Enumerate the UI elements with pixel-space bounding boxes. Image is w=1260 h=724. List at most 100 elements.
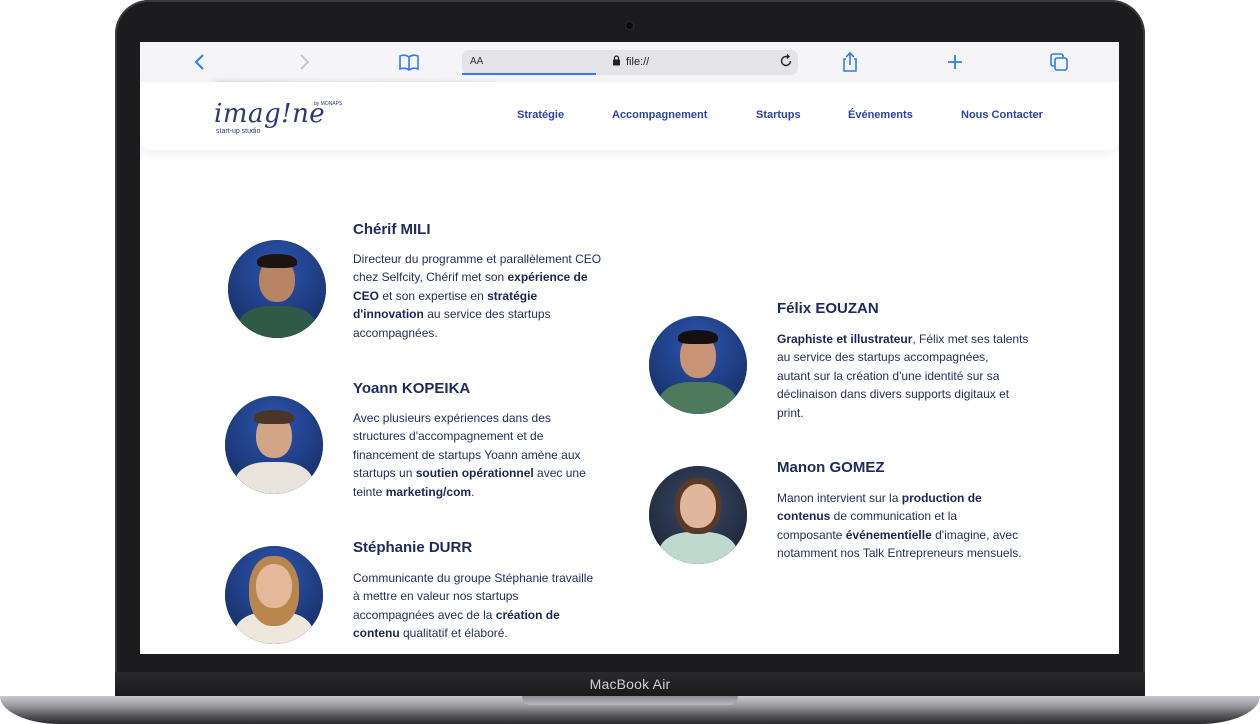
book-icon	[399, 54, 419, 71]
bio-line: Graphiste et illustrateur, Félix met ses…	[777, 330, 1067, 348]
bio-line: Communicante du groupe Stéphanie travail…	[353, 569, 643, 587]
bio-highlight: production de	[901, 491, 982, 505]
member-bio: Communicante du groupe Stéphanie travail…	[353, 569, 643, 643]
avatar-felix	[649, 316, 747, 414]
bio-text: à mettre en valeur nos startups	[353, 589, 519, 604]
chevron-left-icon	[194, 54, 204, 70]
bio-text: composante	[777, 527, 846, 542]
avatar-manon	[649, 466, 747, 564]
member-bio: Manon intervient sur la production de con…	[777, 489, 1067, 563]
bio-text: qualitatif et élaboré.	[399, 626, 508, 641]
new-tab-button[interactable]	[943, 50, 967, 74]
member-bio: Avec plusieurs expériences dans des struc…	[353, 409, 643, 501]
bio-line: au service des startups accompagnées,	[777, 348, 1067, 366]
bio-line: notamment nos Talk Entrepreneurs mensuel…	[777, 544, 1067, 562]
bio-text: chez Selfcity, Chérif met son	[353, 270, 508, 285]
nav-strategie[interactable]: Stratégie	[517, 109, 564, 121]
url-text: file://	[626, 56, 650, 68]
nav-evenements[interactable]: Événements	[848, 109, 913, 121]
bio-line: Directeur du programme et parallèlement …	[353, 250, 643, 268]
logo-wordmark: imag!ne	[214, 99, 326, 129]
bio-line: composante événementielle d'imagine, ave…	[777, 526, 1067, 544]
nav-accompagnement[interactable]: Accompagnement	[612, 109, 707, 121]
tabs-button[interactable]	[1047, 50, 1071, 74]
bio-highlight: CEO	[353, 288, 380, 303]
member-name: Yoann KOPEIKA	[353, 380, 471, 397]
bio-highlight: soutien opérationnel	[415, 466, 534, 481]
bio-highlight: expérience de	[507, 270, 588, 285]
bio-text: financement de startups Yoann amène aux	[353, 447, 581, 462]
bio-line: structures d'accompagnement et de	[353, 427, 643, 445]
bio-line: à mettre en valeur nos startups	[353, 587, 643, 605]
load-progress	[462, 73, 596, 75]
bio-highlight: contenu	[353, 626, 400, 641]
lock-icon	[612, 55, 621, 69]
member-bio: Directeur du programme et parallèlement …	[353, 250, 643, 342]
bio-line: contenu qualitatif et élaboré.	[353, 624, 643, 642]
bio-highlight: marketing/com	[385, 484, 472, 499]
member-name: Chérif MILI	[353, 221, 431, 238]
bio-highlight: création de	[495, 607, 560, 622]
browser-toolbar: AA file://	[140, 42, 1119, 83]
logo-byline: by MONAPS	[314, 101, 343, 107]
bio-line: teinte marketing/com.	[353, 483, 643, 501]
bio-text: teinte	[353, 484, 386, 499]
bookmarks-button[interactable]	[397, 50, 421, 74]
plus-icon	[948, 55, 962, 69]
reload-button[interactable]	[778, 53, 794, 72]
bio-line: financement de startups Yoann amène aux	[353, 446, 643, 464]
nav-contact[interactable]: Nous Contacter	[961, 109, 1043, 121]
browser-screen: AA file:// imag!ne by MONAPS start-up st…	[140, 42, 1119, 654]
tabs-icon	[1050, 53, 1068, 71]
bio-text: Communicante du groupe Stéphanie travail…	[353, 571, 594, 585]
bio-line: autant sur la création d'une identité su…	[777, 367, 1067, 385]
member-name: Stéphanie DURR	[353, 539, 473, 556]
bio-text: Avec plusieurs expériences dans des	[353, 411, 551, 425]
bio-highlight: stratégie	[487, 288, 538, 303]
nav-startups[interactable]: Startups	[756, 109, 801, 121]
bio-line: accompagnées avec de la création de	[353, 606, 643, 624]
bio-text: accompagnées.	[353, 325, 438, 340]
bio-line: print.	[777, 404, 1067, 422]
bio-text: startups un	[353, 466, 416, 481]
bio-line: CEO et son expertise en stratégie	[353, 287, 643, 305]
member-bio: Graphiste et illustrateur, Félix met ses…	[777, 330, 1067, 422]
bio-line: déclinaison dans divers supports digitau…	[777, 385, 1067, 403]
avatar-yoann	[225, 396, 323, 494]
bio-text: .	[471, 484, 475, 499]
device-label: MacBook Air	[589, 676, 671, 692]
bio-highlight: d'innovation	[353, 307, 424, 322]
back-button[interactable]	[188, 50, 212, 74]
bio-line: Manon intervient sur la production de	[777, 489, 1067, 507]
bio-text: structures d'accompagnement et de	[353, 429, 544, 444]
bio-highlight: événementielle	[845, 527, 932, 542]
address-bar[interactable]: AA file://	[462, 50, 798, 75]
bio-text: et son expertise en	[379, 288, 488, 303]
bio-text: autant sur la création d'une identité su…	[777, 368, 1000, 383]
reader-aa-button[interactable]: AA	[470, 56, 483, 67]
bio-text: , Félix met ses talents	[912, 332, 1029, 346]
reload-icon	[780, 54, 792, 67]
forward-button[interactable]	[292, 50, 316, 74]
logo-tagline: start-up studio	[216, 128, 261, 135]
bio-line: d'innovation au service des startups	[353, 305, 643, 323]
bio-highlight: Graphiste et illustrateur	[777, 332, 913, 346]
bio-line: Avec plusieurs expériences dans des	[353, 409, 643, 427]
bio-text: Directeur du programme et parallèlement …	[353, 252, 602, 266]
member-name: Félix EOUZAN	[777, 300, 879, 317]
bio-text: accompagnées avec de la	[353, 607, 496, 622]
camera-icon	[626, 22, 633, 29]
bio-text: notamment nos Talk Entrepreneurs mensuel…	[777, 546, 1022, 561]
bio-line: contenus de communication et la	[777, 507, 1067, 525]
bio-text: au service des startups	[423, 307, 551, 322]
chevron-right-icon	[300, 54, 310, 70]
bio-line: startups un soutien opérationnel avec un…	[353, 464, 643, 482]
bio-highlight: contenus	[777, 509, 831, 524]
bio-text: de communication et la	[830, 509, 958, 524]
bio-text: print.	[777, 405, 804, 420]
share-button[interactable]	[838, 50, 862, 74]
site-logo[interactable]: imag!ne by MONAPS start-up studio	[214, 99, 344, 139]
bio-text: d'imagine, avec	[931, 527, 1019, 542]
avatar-cherif	[228, 240, 326, 338]
bio-text: déclinaison dans divers supports digitau…	[777, 387, 1010, 402]
